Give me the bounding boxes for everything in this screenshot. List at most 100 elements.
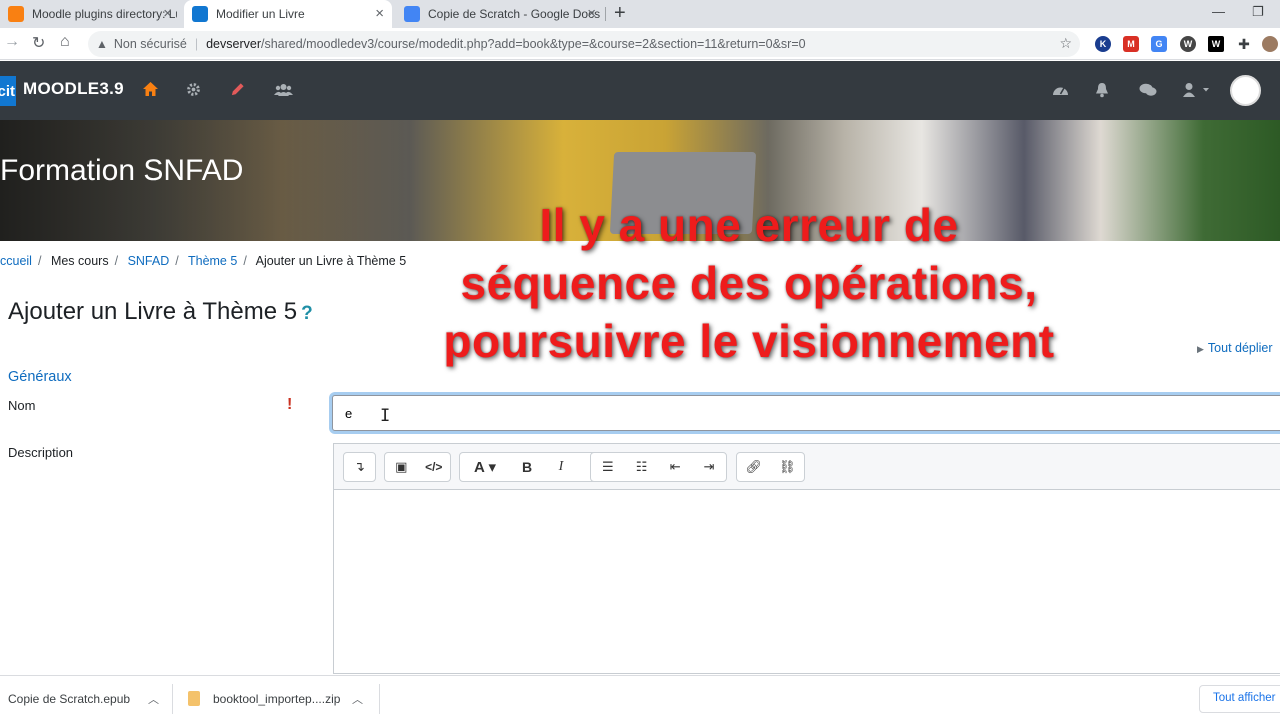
overlay-line-2: séquence des opérations,: [460, 257, 1038, 309]
description-label: Description: [8, 445, 74, 460]
close-tab-icon[interactable]: ×: [375, 6, 384, 22]
page-title: Ajouter un Livre à Thème 5?: [8, 298, 313, 326]
google-docs-favicon-icon: [404, 6, 420, 22]
breadcrumb: ccueil / Mes cours / SNFAD / Thème 5/ Ajout…: [0, 254, 406, 268]
moodle-site-favicon-icon: [192, 6, 208, 22]
forward-arrow-icon[interactable]: →: [4, 33, 20, 51]
tab-title: Moodle plugins directory: Lucim: [32, 7, 177, 21]
profile-avatar-icon[interactable]: [1262, 36, 1278, 52]
breadcrumb-separator: /: [114, 254, 119, 268]
url-host: devserver: [206, 37, 261, 51]
wikipedia-extension-icon[interactable]: W: [1208, 36, 1224, 52]
editor-toolbar: ↴ ▣ </> A ▾ B I ☰ ☷ ⇤ ⇥ 🔗︎ ⛓︎: [334, 444, 1280, 490]
dashboard-gauge-icon[interactable]: [1052, 83, 1069, 97]
link-icon[interactable]: 🔗︎: [737, 453, 771, 481]
ordered-list-icon[interactable]: ☷: [625, 453, 659, 481]
description-editor: ↴ ▣ </> A ▾ B I ☰ ☷ ⇤ ⇥ 🔗︎ ⛓︎: [333, 443, 1280, 674]
breadcrumb-separator: /: [175, 254, 179, 268]
breadcrumb-home[interactable]: ccueil: [0, 254, 32, 268]
expand-all-link[interactable]: ▶ Tout déplier: [1197, 341, 1273, 355]
home-icon[interactable]: [142, 81, 159, 97]
error-overlay-message: Il y a une erreur de séquence des opérat…: [384, 196, 1114, 370]
overlay-line-3: poursuivre le visionnement: [443, 315, 1055, 367]
show-all-downloads-button[interactable]: Tout afficher: [1199, 685, 1280, 713]
help-icon[interactable]: ?: [301, 303, 313, 324]
user-status-dropdown-icon[interactable]: [1183, 82, 1211, 98]
outdent-icon[interactable]: ⇤: [659, 453, 693, 481]
extensions-puzzle-icon[interactable]: ✚: [1236, 36, 1252, 52]
download-item-zip[interactable]: booktool_importep....zip ︿: [188, 676, 373, 721]
warning-triangle-icon: ▲: [96, 37, 108, 51]
moodle-favicon-icon: [8, 6, 24, 22]
download-filename: Copie de Scratch.epub: [8, 691, 131, 706]
editor-group-tools: ▣ </>: [384, 452, 451, 482]
breadcrumb-section[interactable]: Thème 5: [188, 254, 237, 268]
tab-title: Modifier un Livre: [216, 7, 305, 21]
browser-tab-bar: Moodle plugins directory: Lucim × Modifi…: [0, 0, 1280, 28]
edit-pencil-icon[interactable]: [230, 82, 245, 97]
editor-group-links: 🔗︎ ⛓︎: [736, 452, 805, 482]
tab-moodle-plugins[interactable]: Moodle plugins directory: Lucim ×: [0, 0, 180, 28]
chevron-up-icon[interactable]: ︿: [352, 691, 363, 707]
site-logo[interactable]: cit: [0, 76, 16, 106]
expand-all-label: Tout déplier: [1207, 341, 1273, 355]
tab-google-docs[interactable]: Copie de Scratch - Google Docs ×: [396, 0, 604, 28]
html-source-icon[interactable]: </>: [418, 453, 451, 481]
breadcrumb-my-courses: Mes cours: [50, 254, 109, 268]
bold-icon[interactable]: B: [510, 453, 544, 481]
bookmark-star-icon[interactable]: ☆: [1059, 35, 1072, 52]
expand-caret-icon: ▶: [1197, 344, 1204, 354]
extension-k-icon[interactable]: K: [1095, 36, 1111, 52]
download-divider: [172, 684, 173, 714]
site-brand[interactable]: MOODLE3.9: [23, 79, 124, 99]
close-tab-icon[interactable]: ×: [163, 6, 172, 22]
browser-toolbar: → ↻ ⌂ ▲ Non sécurisé | devserver/shared/…: [0, 28, 1280, 60]
name-label: Nom: [8, 398, 36, 413]
zip-file-icon: [188, 691, 200, 706]
url-path: /shared/moodledev3/course/modedit.php?ad…: [260, 37, 806, 51]
breadcrumb-course[interactable]: SNFAD: [128, 254, 170, 268]
chevron-up-icon[interactable]: ︿: [148, 691, 159, 707]
print-preview-icon[interactable]: ▣: [385, 453, 418, 481]
paragraph-style-icon[interactable]: A ▾: [460, 453, 510, 481]
overlay-line-1: Il y a une erreur de: [539, 199, 959, 251]
participants-users-icon[interactable]: [274, 83, 293, 97]
user-avatar[interactable]: [1230, 75, 1261, 106]
notifications-bell-icon[interactable]: [1095, 82, 1109, 98]
unlink-icon[interactable]: ⛓︎: [771, 453, 805, 481]
address-divider: |: [194, 37, 199, 51]
settings-gear-icon[interactable]: [186, 82, 201, 97]
breadcrumb-separator: /: [37, 254, 42, 268]
minimize-window-icon[interactable]: —: [1212, 4, 1225, 19]
editor-content-area[interactable]: [334, 490, 1280, 673]
extension-mail-icon[interactable]: M: [1123, 36, 1139, 52]
section-generaux-toggle[interactable]: Généraux: [8, 369, 72, 385]
tab-separator: [605, 7, 606, 21]
download-filename: booktool_importep....zip: [213, 691, 341, 706]
indent-icon[interactable]: ⇥: [692, 453, 726, 481]
new-tab-button[interactable]: +: [614, 2, 626, 25]
address-bar[interactable]: ▲ Non sécurisé | devserver/shared/moodle…: [88, 31, 1080, 57]
name-input[interactable]: [332, 395, 1280, 431]
download-bar: Copie de Scratch.epub ︿ booktool_importe…: [0, 675, 1280, 720]
translate-extension-icon[interactable]: G: [1151, 36, 1167, 52]
home-icon[interactable]: ⌂: [60, 33, 70, 51]
editor-group-lists: ☰ ☷ ⇤ ⇥: [590, 452, 727, 482]
tab-title: Copie de Scratch - Google Docs: [428, 7, 601, 21]
editor-group-toggle: ↴: [343, 452, 376, 482]
download-divider: [379, 684, 380, 714]
text-cursor-icon: I: [380, 406, 391, 426]
insecure-label: Non sécurisé: [113, 37, 187, 51]
reload-icon[interactable]: ↻: [32, 33, 45, 53]
show-more-buttons-icon[interactable]: ↴: [344, 453, 375, 481]
tab-modifier-livre[interactable]: Modifier un Livre ×: [184, 0, 392, 28]
messages-chat-icon[interactable]: [1139, 83, 1157, 97]
maximize-window-icon[interactable]: ❐: [1252, 4, 1264, 20]
italic-icon[interactable]: I: [544, 453, 578, 481]
moodle-navbar: cit MOODLE3.9: [0, 61, 1280, 120]
course-title: Formation SNFAD: [0, 154, 244, 187]
wordpress-extension-icon[interactable]: W: [1180, 36, 1196, 52]
download-item-epub[interactable]: Copie de Scratch.epub ︿: [8, 676, 168, 721]
close-tab-icon[interactable]: ×: [587, 6, 596, 22]
unordered-list-icon[interactable]: ☰: [591, 453, 625, 481]
